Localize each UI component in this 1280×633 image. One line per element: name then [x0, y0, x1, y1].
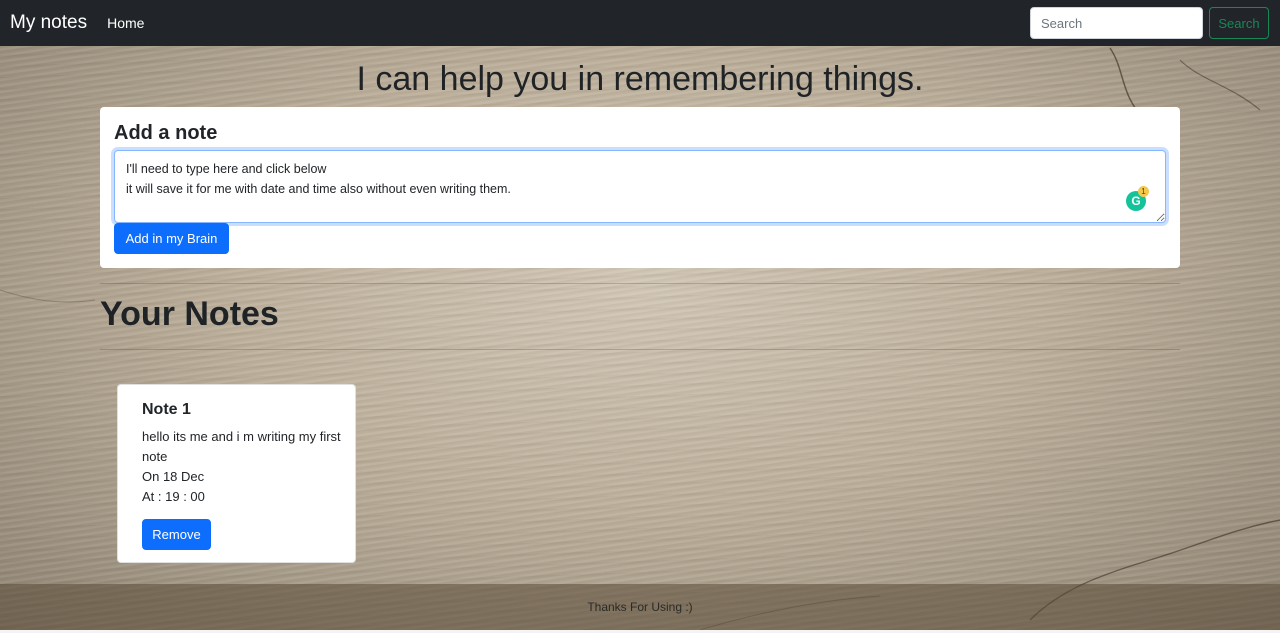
divider-top	[100, 283, 1180, 284]
add-note-card: Add a note I'll need to type here and cl…	[100, 107, 1180, 268]
navbar-brand[interactable]: My notes	[10, 12, 87, 34]
note-date: On 18 Dec	[142, 469, 205, 484]
divider-bottom	[100, 349, 1180, 350]
note-textarea[interactable]: I'll need to type here and click below i…	[114, 150, 1166, 223]
search-button[interactable]: Search	[1209, 7, 1269, 39]
notes-heading: Your Notes	[100, 295, 279, 333]
search-input[interactable]	[1030, 7, 1203, 39]
footer: Thanks For Using :)	[0, 584, 1280, 630]
note-text: hello its me and i m writing my first no…	[142, 429, 341, 464]
page-title: I can help you in remembering things.	[356, 60, 924, 98]
top-navbar: My notes Home Search	[0, 0, 1280, 46]
note-title: Note 1	[142, 401, 191, 418]
footer-text: Thanks For Using :)	[587, 600, 693, 614]
note-card: Note 1 hello its me and i m writing my f…	[117, 384, 356, 563]
add-note-title: Add a note	[114, 122, 218, 144]
grammarly-count-badge: 1	[1138, 186, 1149, 197]
add-note-button[interactable]: Add in my Brain	[114, 223, 229, 254]
remove-note-button[interactable]: Remove	[142, 519, 211, 550]
note-time: At : 19 : 00	[142, 489, 205, 504]
nav-link-home[interactable]: Home	[107, 15, 144, 31]
